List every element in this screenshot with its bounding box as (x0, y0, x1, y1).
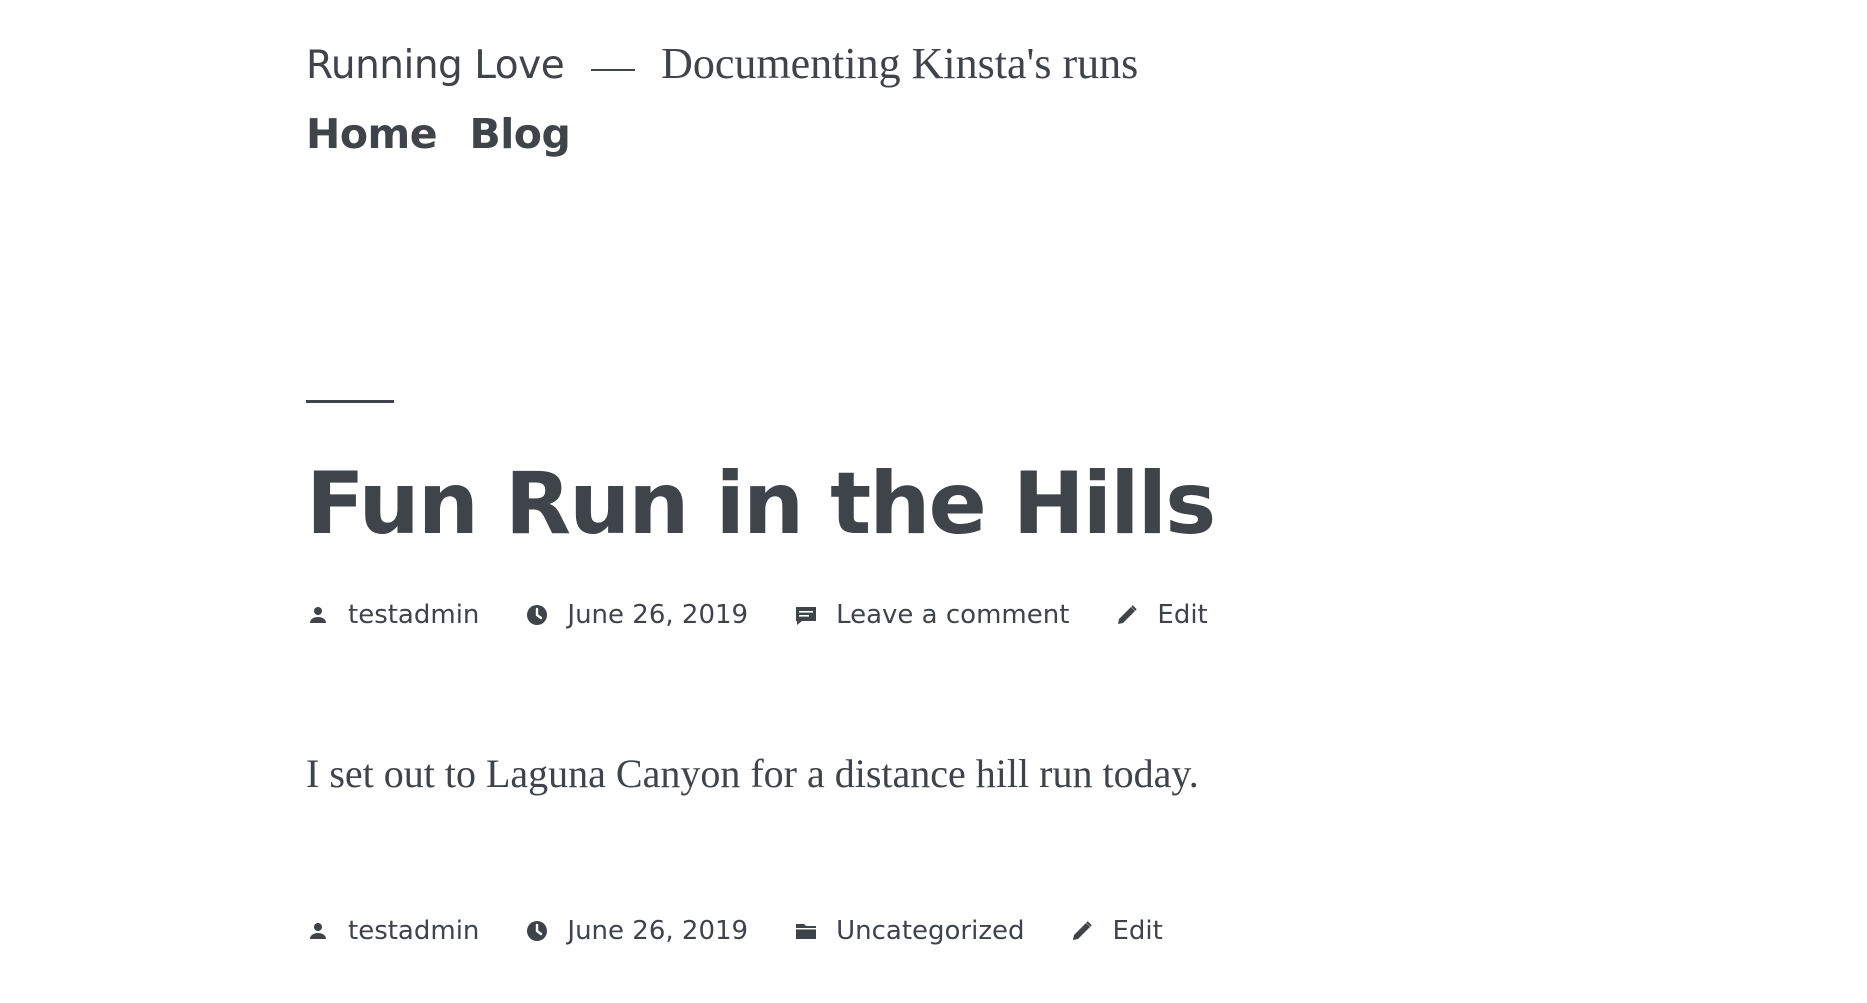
meta-author-label: testadmin (348, 600, 480, 630)
footer-date-link[interactable]: June 26, 2019 (525, 916, 748, 946)
footer-edit-link[interactable]: Edit (1070, 916, 1163, 946)
nav-item-home[interactable]: Home (306, 110, 438, 158)
footer-category-label: Uncategorized (836, 916, 1025, 946)
footer-date-label: June 26, 2019 (567, 916, 749, 946)
footer-author-link[interactable]: testadmin (306, 916, 479, 946)
meta-edit-label: Edit (1157, 600, 1208, 630)
footer-author-label: testadmin (348, 916, 480, 946)
title-tagline-separator (590, 68, 635, 71)
clock-icon (525, 603, 549, 627)
meta-date-label: June 26, 2019 (567, 600, 749, 630)
clock-icon (525, 919, 549, 943)
site-branding: Running Love Documenting Kinsta's runs (306, 38, 1138, 89)
post-title: Fun Run in the Hills (306, 454, 1216, 554)
meta-author-link[interactable]: testadmin (306, 600, 479, 630)
footer-edit-label: Edit (1112, 916, 1163, 946)
footer-category-link[interactable]: Uncategorized (794, 916, 1024, 946)
site-tagline: Documenting Kinsta's runs (661, 39, 1139, 88)
folder-icon (794, 919, 818, 943)
site-title-link[interactable]: Running Love (306, 43, 565, 88)
meta-date-link[interactable]: June 26, 2019 (525, 600, 748, 630)
post-body-text: I set out to Laguna Canyon for a distanc… (306, 751, 1199, 796)
nav-item-blog[interactable]: Blog (469, 110, 570, 158)
meta-comments-link[interactable]: Leave a comment (794, 600, 1069, 630)
pencil-icon (1070, 919, 1094, 943)
post-meta-bottom: testadmin June 26, 2019 Uncategorized Ed… (306, 916, 1209, 946)
comment-icon (794, 603, 818, 627)
meta-comments-label: Leave a comment (836, 600, 1070, 630)
post-meta-top: testadmin June 26, 2019 Leave a comment … (306, 600, 1254, 630)
pencil-icon (1115, 603, 1139, 627)
primary-nav: Home Blog (306, 110, 598, 158)
person-icon (306, 603, 330, 627)
person-icon (306, 919, 330, 943)
title-divider (306, 400, 394, 403)
meta-edit-link[interactable]: Edit (1115, 600, 1208, 630)
